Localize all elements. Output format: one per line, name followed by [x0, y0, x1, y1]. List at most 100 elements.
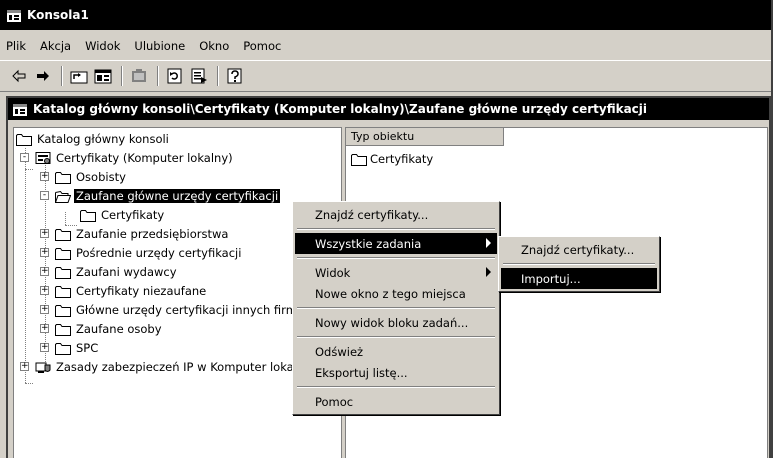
tree-item-certyfikaty[interactable]: Certyfikaty: [80, 206, 166, 224]
folder-icon: [55, 228, 71, 241]
submenu-item-importuj[interactable]: Importuj...: [501, 268, 657, 289]
menu-item-wszystkie-zadania[interactable]: Wszystkie zadania: [295, 233, 497, 254]
tree-connector: [25, 169, 33, 170]
submenu-arrow-icon: [486, 267, 491, 277]
menu-ulubione[interactable]: Ulubione: [134, 39, 185, 53]
tree-item-label: Certyfikaty (Komputer lokalny): [56, 151, 233, 165]
tree-item-label: Zasady zabezpieczeń IP w Komputer lokaln…: [56, 360, 311, 374]
tree-item-osobisty[interactable]: + Osobisty: [40, 168, 128, 186]
expand-toggle[interactable]: +: [40, 229, 49, 238]
tree-item-katalog-glowny[interactable]: Katalog główny konsoli: [16, 130, 171, 148]
folder-icon: [55, 323, 71, 336]
tree-connector: [25, 383, 33, 384]
tree-item-glowne-urzedy-innych-firm[interactable]: + Główne urzędy certyfikacji innych firm: [40, 301, 299, 319]
tree-item-zasady-zabezpieczen-ip[interactable]: + Zasady zabezpieczeń IP w Komputer loka…: [20, 358, 313, 376]
toolbar-separator: [121, 66, 123, 86]
menu-akcja[interactable]: Akcja: [40, 39, 71, 53]
menu-item-label: Wszystkie zadania: [315, 236, 422, 251]
back-arrow-icon[interactable]: [8, 65, 30, 87]
tree-item-zaufane-osoby[interactable]: + Zaufane osoby: [40, 320, 164, 338]
folder-icon: [55, 342, 71, 355]
tree-item-label: Katalog główny konsoli: [37, 132, 169, 146]
folder-icon: [16, 133, 32, 146]
folder-icon: [55, 247, 71, 260]
menu-item-nowy-widok-bloku[interactable]: Nowy widok bloku zadań...: [295, 312, 497, 333]
mmc-console-icon: [6, 7, 22, 23]
expand-toggle[interactable]: +: [40, 267, 49, 276]
menu-pomoc[interactable]: Pomoc: [243, 39, 281, 53]
folder-icon: [55, 266, 71, 279]
list-item[interactable]: Certyfikaty: [351, 150, 433, 168]
title-bar[interactable]: Konsola1: [0, 0, 771, 30]
tree-item-label: Zaufane główne urzędy certyfikacji: [74, 189, 281, 203]
menu-separator: [297, 228, 495, 230]
menu-okno[interactable]: Okno: [199, 39, 229, 53]
menu-item-znajdz-certyfikaty[interactable]: Znajdź certyfikaty...: [295, 204, 497, 225]
tree-item-zaufane-glowne-urzedy[interactable]: - Zaufane główne urzędy certyfikacji: [40, 187, 281, 205]
submenu-arrow-icon: [486, 238, 491, 248]
forward-arrow-icon[interactable]: [32, 65, 54, 87]
expand-toggle[interactable]: +: [40, 172, 49, 181]
folder-icon: [55, 171, 71, 184]
toolbar-separator: [157, 66, 159, 86]
menu-item-label: Nowe okno z tego miejsca: [315, 286, 466, 301]
window-title: Konsola1: [27, 8, 89, 22]
menu-plik[interactable]: Plik: [6, 39, 26, 53]
menu-item-pomoc[interactable]: Pomoc: [295, 391, 497, 412]
menu-widok[interactable]: Widok: [85, 39, 120, 53]
tree-item-label: Osobisty: [76, 170, 126, 184]
expand-toggle[interactable]: +: [40, 305, 49, 314]
folder-icon: [55, 285, 71, 298]
menu-item-label: Pomoc: [315, 394, 354, 409]
menu-item-eksportuj-liste[interactable]: Eksportuj listę...: [295, 362, 497, 383]
tree-item-label: Główne urzędy certyfikacji innych firm: [76, 303, 297, 317]
tree-item-label: Certyfikaty: [101, 208, 165, 222]
menu-item-label: Widok: [315, 265, 351, 280]
refresh-icon[interactable]: [164, 65, 186, 87]
expand-toggle[interactable]: +: [40, 286, 49, 295]
expand-toggle[interactable]: +: [20, 362, 29, 371]
menu-item-label: Odśwież: [315, 344, 364, 359]
toolbar-separator: [61, 66, 63, 86]
open-folder-icon: [55, 190, 71, 203]
export-list-icon[interactable]: [188, 65, 210, 87]
help-icon[interactable]: [224, 65, 246, 87]
menu-separator: [297, 307, 495, 309]
mmc-application-window: Konsola1 Plik Akcja Widok Ulubione Okno …: [0, 0, 773, 458]
column-header-typ-obiektu[interactable]: Typ obiektu: [346, 128, 504, 146]
delete-icon[interactable]: [128, 65, 150, 87]
tree-item-certyfikaty-komputer[interactable]: - Certyfikaty (Komputer lokalny): [20, 149, 235, 167]
tree-item-zaufanie-przedsiebiorstwa[interactable]: + Zaufanie przedsiębiorstwa: [40, 225, 230, 243]
expand-toggle[interactable]: +: [40, 248, 49, 257]
tree-connector: [25, 148, 26, 383]
up-level-icon[interactable]: [68, 65, 90, 87]
menu-item-label: Nowy widok bloku zadań...: [315, 315, 469, 330]
tree-item-posrednie-urzedy[interactable]: + Pośrednie urzędy certyfikacji: [40, 244, 243, 262]
collapse-toggle[interactable]: -: [40, 191, 49, 200]
console-window-title: Katalog główny konsoli\Certyfikaty (Komp…: [33, 102, 648, 116]
tree-item-spc[interactable]: + SPC: [40, 339, 100, 357]
tree-item-certyfikaty-niezaufane[interactable]: + Certyfikaty niezaufane: [40, 282, 208, 300]
expand-toggle[interactable]: +: [40, 343, 49, 352]
submenu-item-znajdz-certyfikaty[interactable]: Znajdź certyfikaty...: [501, 239, 657, 260]
tree-item-label: Zaufane osoby: [76, 322, 162, 336]
tree-item-label: Pośrednie urzędy certyfikacji: [76, 246, 242, 260]
tree-item-label: Certyfikaty niezaufane: [76, 284, 207, 298]
folder-icon: [351, 153, 367, 166]
toolbar: [0, 60, 771, 92]
expand-toggle[interactable]: +: [40, 324, 49, 333]
menu-item-label: Znajdź certyfikaty...: [521, 242, 635, 257]
menu-separator: [297, 257, 495, 259]
list-item-label: Certyfikaty: [370, 152, 434, 166]
menu-item-label: Eksportuj listę...: [315, 365, 408, 380]
folder-icon: [55, 304, 71, 317]
menu-item-widok[interactable]: Widok: [295, 262, 497, 283]
collapse-toggle[interactable]: -: [20, 153, 29, 162]
tree-connector: [65, 212, 66, 225]
tree-item-label: Zaufani wydawcy: [76, 265, 177, 279]
console-window-titlebar[interactable]: Katalog główny konsoli\Certyfikaty (Komp…: [8, 98, 769, 120]
tree-item-zaufani-wydawcy[interactable]: + Zaufani wydawcy: [40, 263, 179, 281]
menu-item-odswiez[interactable]: Odśwież: [295, 341, 497, 362]
show-hide-tree-icon[interactable]: [92, 65, 114, 87]
menu-item-nowe-okno[interactable]: Nowe okno z tego miejsca: [295, 283, 497, 304]
